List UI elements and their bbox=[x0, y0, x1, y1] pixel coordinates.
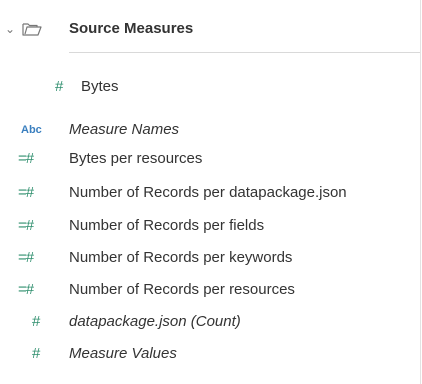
calculated-measure-icon: =# bbox=[18, 150, 34, 167]
field-label: Number of Records per fields bbox=[69, 217, 265, 234]
field-item-bytes[interactable]: # Bytes bbox=[0, 74, 420, 100]
field-label: Number of Records per resources bbox=[69, 281, 295, 298]
field-label: Measure Names bbox=[69, 121, 180, 138]
measure-icon: # bbox=[32, 345, 41, 362]
folder-title: Source Measures bbox=[69, 20, 194, 37]
field-item-records-per-keywords[interactable]: =# Number of Records per keywords bbox=[0, 245, 420, 271]
field-label: Number of Records per datapackage.json bbox=[69, 184, 347, 201]
field-item-measure-names[interactable]: Abc Measure Names bbox=[0, 117, 420, 143]
pane-divider bbox=[420, 0, 421, 384]
calculated-measure-icon: =# bbox=[18, 217, 34, 234]
field-label: Number of Records per keywords bbox=[69, 249, 293, 266]
dimension-string-icon: Abc bbox=[21, 124, 42, 136]
field-item-records-per-datapackage[interactable]: =# Number of Records per datapackage.jso… bbox=[0, 180, 420, 206]
field-label: datapackage.json (Count) bbox=[69, 313, 241, 330]
header-separator bbox=[69, 52, 420, 53]
field-label: Bytes bbox=[81, 78, 119, 95]
field-item-bytes-per-resources[interactable]: =# Bytes per resources bbox=[0, 146, 420, 172]
calculated-measure-icon: =# bbox=[18, 249, 34, 266]
folder-header[interactable]: ⌄ Source Measures bbox=[0, 12, 420, 46]
calculated-measure-icon: =# bbox=[18, 281, 34, 298]
field-label: Measure Values bbox=[69, 345, 177, 362]
field-item-datapackage-count[interactable]: # datapackage.json (Count) bbox=[0, 309, 420, 335]
field-item-records-per-fields[interactable]: =# Number of Records per fields bbox=[0, 213, 420, 239]
folder-open-icon bbox=[22, 23, 42, 36]
calculated-measure-icon: =# bbox=[18, 184, 34, 201]
data-pane: ⌄ Source Measures # Bytes Abc Measure Na… bbox=[0, 0, 422, 384]
measure-icon: # bbox=[32, 313, 41, 330]
field-label: Bytes per resources bbox=[69, 150, 203, 167]
chevron-down-icon[interactable]: ⌄ bbox=[3, 12, 17, 46]
field-item-measure-values[interactable]: # Measure Values bbox=[0, 341, 420, 367]
field-item-records-per-resources[interactable]: =# Number of Records per resources bbox=[0, 277, 420, 303]
measure-icon: # bbox=[55, 78, 64, 95]
